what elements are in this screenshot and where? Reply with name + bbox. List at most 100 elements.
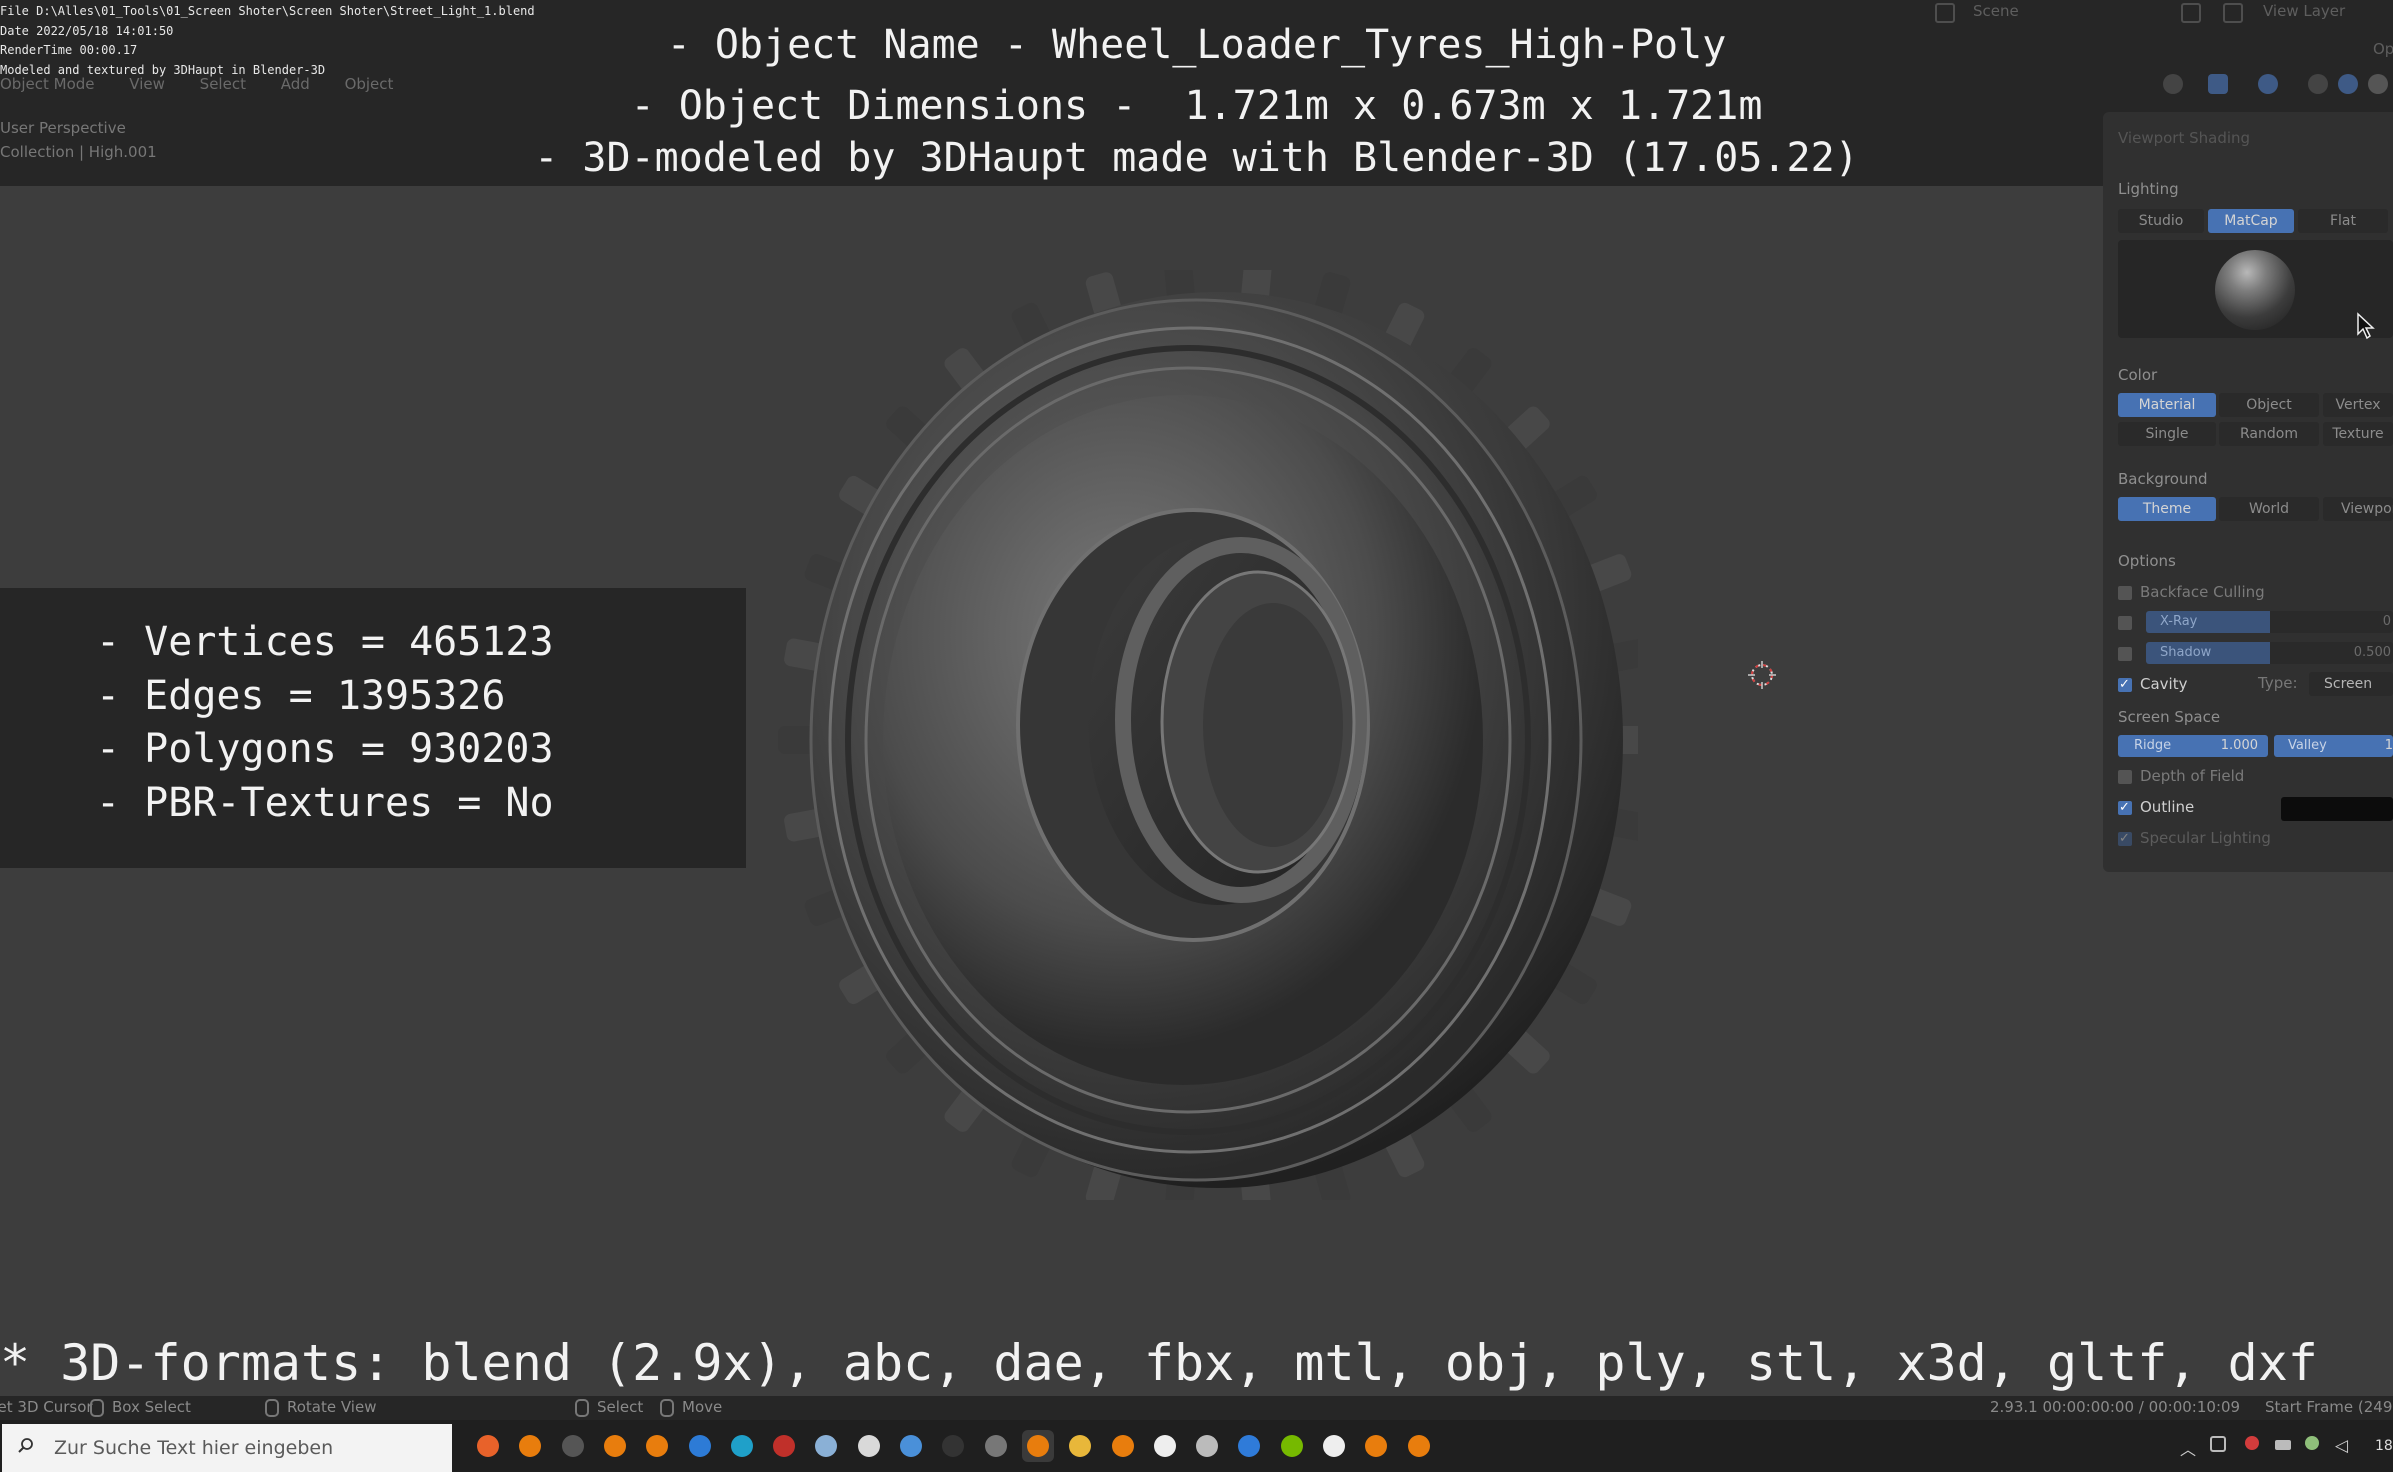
- edge-icon[interactable]: [726, 1430, 758, 1462]
- game-icon[interactable]: [980, 1430, 1012, 1462]
- options-menu[interactable]: Op: [2373, 40, 2393, 58]
- tray-network-icon[interactable]: [2210, 1436, 2226, 1452]
- matcap-preview[interactable]: [2118, 240, 2393, 338]
- paint-icon-glyph: [857, 1435, 880, 1457]
- shadow-slider[interactable]: Shadow 0.500: [2146, 642, 2393, 664]
- viewport-shading-panel: Viewport Shading Lighting Studio MatCap …: [2103, 112, 2393, 872]
- top-right-header: Scene View Layer Op: [1933, 0, 2393, 58]
- view-layer-selector[interactable]: View Layer: [2263, 2, 2345, 20]
- depth-of-field-box[interactable]: [2118, 769, 2132, 784]
- specular-lighting-checkbox[interactable]: Specular Lighting: [2118, 828, 2271, 849]
- taskbar-search-box[interactable]: Zur Suche Text hier eingeben: [2, 1424, 452, 1472]
- scene-browse-icon[interactable]: [2181, 3, 2201, 23]
- shadow-box[interactable]: [2118, 646, 2132, 661]
- lighting-flat-button[interactable]: Flat: [2298, 209, 2388, 233]
- lighting-studio-button[interactable]: Studio: [2118, 209, 2204, 233]
- outline-color-swatch[interactable]: [2281, 797, 2393, 821]
- status-set-cursor: Set 3D Cursor: [0, 1398, 93, 1416]
- backface-culling-checkbox[interactable]: Backface Culling: [2118, 582, 2265, 602]
- tray-volume-icon[interactable]: ◁: [2335, 1436, 2353, 1456]
- panda-icon-glyph: [1153, 1435, 1176, 1457]
- scene-icon[interactable]: [1935, 3, 1955, 23]
- viewport-header-icons: [2113, 70, 2393, 100]
- ridge-field[interactable]: Ridge 1.000: [2118, 735, 2268, 757]
- xray-box[interactable]: [2118, 615, 2132, 630]
- options-label: Options: [2118, 552, 2176, 570]
- overlay-icon[interactable]: [2208, 74, 2228, 94]
- blender-icon[interactable]: [1403, 1430, 1435, 1462]
- tray-wifi-icon[interactable]: [2305, 1436, 2319, 1450]
- 3d-cursor-icon[interactable]: [1748, 661, 1776, 689]
- chat-icon[interactable]: [895, 1430, 927, 1462]
- color-single-button[interactable]: Single: [2118, 422, 2216, 446]
- xray-icon[interactable]: [2258, 74, 2278, 94]
- color-object-button[interactable]: Object: [2219, 393, 2319, 417]
- cavity-box[interactable]: [2118, 675, 2132, 695]
- vertices-stat: - Vertices = 465123: [96, 619, 554, 665]
- status-version-time: 2.93.1 00:00:00:00 / 00:00:10:09: [1990, 1398, 2241, 1416]
- valley-field[interactable]: Valley 1: [2274, 735, 2393, 757]
- solid-shading-icon[interactable]: [2338, 74, 2358, 94]
- blender-icon[interactable]: [514, 1430, 546, 1462]
- folder-icon-glyph: [1069, 1435, 1092, 1457]
- blender-icon[interactable]: [599, 1430, 631, 1462]
- clock-icon-glyph: [1323, 1435, 1345, 1457]
- outline-box[interactable]: [2118, 798, 2132, 818]
- cavity-checkbox[interactable]: Cavity: [2118, 674, 2187, 695]
- blender-icon[interactable]: [1107, 1430, 1139, 1462]
- terminal-icon[interactable]: [937, 1430, 969, 1462]
- status-box-select: Box Select: [90, 1398, 191, 1417]
- specular-lighting-box[interactable]: [2118, 829, 2132, 849]
- tray-app-red-icon[interactable]: [2245, 1436, 2259, 1450]
- clock-icon[interactable]: [1318, 1430, 1350, 1462]
- blender-icon-glyph: [646, 1435, 669, 1457]
- lighting-matcap-button[interactable]: MatCap: [2208, 209, 2294, 233]
- background-viewport-button[interactable]: Viewport: [2323, 497, 2393, 521]
- material-shading-icon[interactable]: [2368, 74, 2388, 94]
- tray-battery-icon[interactable]: [2275, 1440, 2291, 1450]
- view-layer-icon[interactable]: [2223, 3, 2243, 23]
- panda-icon[interactable]: [1149, 1430, 1181, 1462]
- firefox-icon[interactable]: [472, 1430, 504, 1462]
- xray-slider[interactable]: X-Ray 0: [2146, 611, 2393, 633]
- app-icon[interactable]: [768, 1430, 800, 1462]
- gizmo-icon[interactable]: [2163, 74, 2183, 94]
- taskbar-search-placeholder: Zur Suche Text hier eingeben: [54, 1437, 334, 1459]
- outline-checkbox[interactable]: Outline: [2118, 797, 2194, 818]
- blender-icon[interactable]: [641, 1430, 673, 1462]
- xray-checkbox[interactable]: [2118, 612, 2140, 632]
- folder-icon[interactable]: [1064, 1430, 1096, 1462]
- paint-icon[interactable]: [853, 1430, 885, 1462]
- cavity-type-dropdown[interactable]: Screen: [2309, 672, 2393, 696]
- calendar-icon[interactable]: [1233, 1430, 1265, 1462]
- color-vertex-button[interactable]: Vertex: [2323, 393, 2393, 417]
- mail-icon-glyph: [688, 1435, 711, 1457]
- wireframe-shading-icon[interactable]: [2308, 74, 2328, 94]
- background-theme-button[interactable]: Theme: [2118, 497, 2216, 521]
- obs-icon[interactable]: [557, 1430, 589, 1462]
- blender-icon-glyph: [519, 1435, 542, 1457]
- tray-clock[interactable]: 18: [2375, 1438, 2393, 1454]
- cube-icon[interactable]: [1191, 1430, 1223, 1462]
- color-material-button[interactable]: Material: [2118, 393, 2216, 417]
- matcap-sphere: [2215, 250, 2295, 330]
- depth-of-field-checkbox[interactable]: Depth of Field: [2118, 766, 2244, 786]
- mail-icon[interactable]: [684, 1430, 716, 1462]
- blender-icon[interactable]: [1021, 1430, 1054, 1462]
- formats-line: * 3D-formats: blend (2.9x), abc, dae, fb…: [0, 1334, 2318, 1392]
- nvidia-icon[interactable]: [1276, 1430, 1308, 1462]
- terminal-icon-glyph: [942, 1435, 965, 1457]
- edges-stat: - Edges = 1395326: [96, 672, 506, 719]
- shadow-checkbox[interactable]: [2118, 643, 2140, 663]
- stats-panel: - Vertices = 465123 - Edges = 1395326 - …: [0, 588, 746, 868]
- color-texture-button[interactable]: Texture: [2323, 422, 2393, 446]
- notes-icon[interactable]: [810, 1430, 842, 1462]
- scene-selector[interactable]: Scene: [1973, 2, 2019, 20]
- blender-icon[interactable]: [1360, 1430, 1392, 1462]
- object-title-overlay: - Object Name - Wheel_Loader_Tyres_High-…: [0, 16, 2393, 187]
- color-random-button[interactable]: Random: [2219, 422, 2319, 446]
- app-icon-glyph: [773, 1435, 796, 1457]
- background-world-button[interactable]: World: [2219, 497, 2319, 521]
- backface-culling-box[interactable]: [2118, 585, 2132, 600]
- tray-chevron-icon[interactable]: ︿: [2180, 1436, 2198, 1459]
